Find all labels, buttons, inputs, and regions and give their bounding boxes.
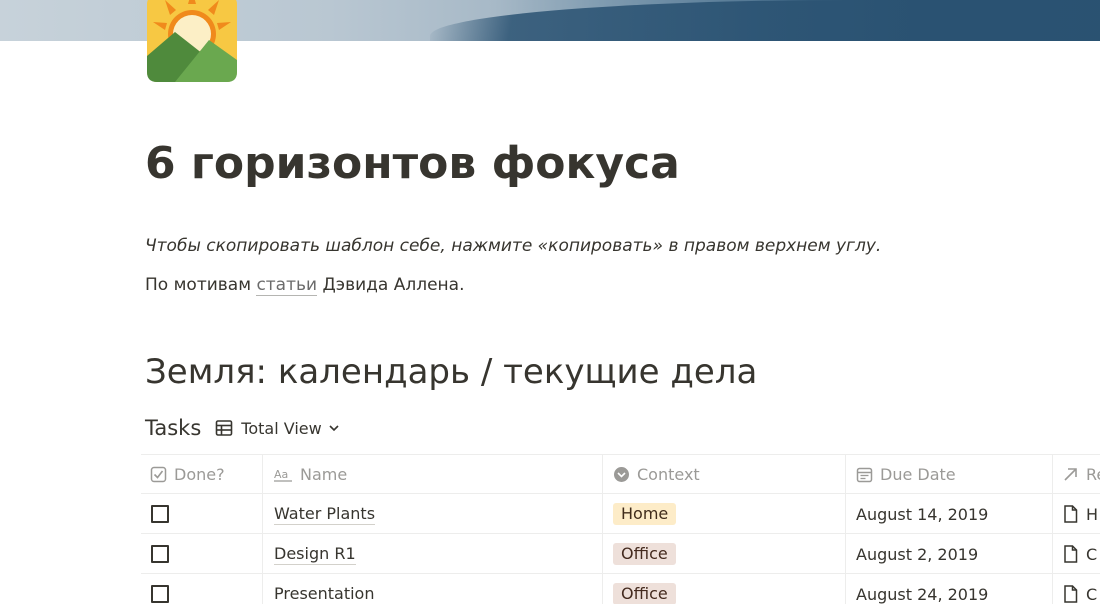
related-page-link[interactable]: C [1063,545,1097,564]
sun-over-mountains-icon[interactable] [145,0,239,84]
page-title[interactable]: 6 горизонтов фокуса [145,138,680,189]
checkbox-icon [150,466,167,482]
column-header-due-date[interactable]: Due Date [845,454,1052,494]
view-switcher-button[interactable]: Total View [215,419,339,438]
svg-text:Aa: Aa [274,468,288,481]
source-note-suffix: Дэвида Аллена. [317,275,465,295]
column-header-context[interactable]: Context [602,454,845,494]
table-row[interactable]: Water Plants Home August 14, 2019 H [141,494,1100,534]
column-label: Context [637,464,700,484]
name-cell[interactable]: Water Plants [262,494,602,534]
context-tag: Home [613,503,677,525]
database-title[interactable]: Tasks [145,416,201,440]
view-label: Total View [241,418,322,438]
related-page-title: C [1086,584,1098,604]
task-name[interactable]: Water Plants [274,504,376,525]
due-date-cell[interactable]: August 24, 2019 [845,574,1052,604]
page-icon [1064,545,1078,563]
done-checkbox[interactable] [151,545,169,563]
context-tag: Office [613,543,676,565]
source-note-prefix: По мотивам [145,275,257,295]
column-header-name[interactable]: Aa Name [262,454,602,494]
name-cell[interactable]: Design R1 [262,534,602,574]
database-header: Tasks Total View [145,414,340,442]
article-link[interactable]: статьи [256,275,318,296]
page-icon [1064,585,1078,603]
name-cell[interactable]: Presentation [262,574,602,604]
due-date: August 14, 2019 [856,504,989,524]
related-page-link[interactable]: C [1063,585,1097,604]
context-cell[interactable]: Home [602,494,845,534]
done-checkbox[interactable] [151,505,169,523]
task-name[interactable]: Presentation [274,584,375,604]
related-page-link[interactable]: H [1063,505,1098,524]
select-icon [614,466,629,482]
task-name[interactable]: Design R1 [274,544,356,565]
related-cell[interactable]: H [1052,494,1100,534]
related-page-title: C [1086,544,1098,564]
column-label: Re [1086,464,1100,484]
context-cell[interactable]: Office [602,574,845,604]
source-note: По мотивам статьи Дэвида Аллена. [145,275,465,296]
column-label: Name [300,464,348,484]
table-header-row: Done? Aa Name Context Due Date R [141,454,1100,494]
done-cell [141,574,262,604]
context-cell[interactable]: Office [602,534,845,574]
section-heading[interactable]: Земля: календарь / текущие дела [145,352,757,392]
due-date-cell[interactable]: August 14, 2019 [845,494,1052,534]
column-header-related[interactable]: Re [1052,454,1100,494]
column-label: Due Date [880,464,956,484]
column-label: Done? [174,464,225,484]
calendar-icon [856,467,873,482]
related-page-title: H [1086,504,1099,524]
done-cell [141,534,262,574]
table-row[interactable]: Presentation Office August 24, 2019 C [141,574,1100,604]
related-cell[interactable]: C [1052,574,1100,604]
text-icon: Aa [274,468,292,482]
copy-instruction-text: Чтобы скопировать шаблон себе, нажмите «… [145,236,882,256]
due-date: August 2, 2019 [856,544,979,564]
chevron-down-icon [329,425,339,432]
context-tag: Office [613,583,676,604]
done-checkbox[interactable] [151,585,169,603]
table-icon [215,420,233,436]
table-row[interactable]: Design R1 Office August 2, 2019 C [141,534,1100,574]
relation-arrow-icon [1064,468,1077,481]
related-cell[interactable]: C [1052,534,1100,574]
column-header-done[interactable]: Done? [141,454,262,494]
done-cell [141,494,262,534]
cover-mountain-shape [430,0,1100,41]
page-icon [1064,505,1078,523]
due-date-cell[interactable]: August 2, 2019 [845,534,1052,574]
due-date: August 24, 2019 [856,584,989,604]
